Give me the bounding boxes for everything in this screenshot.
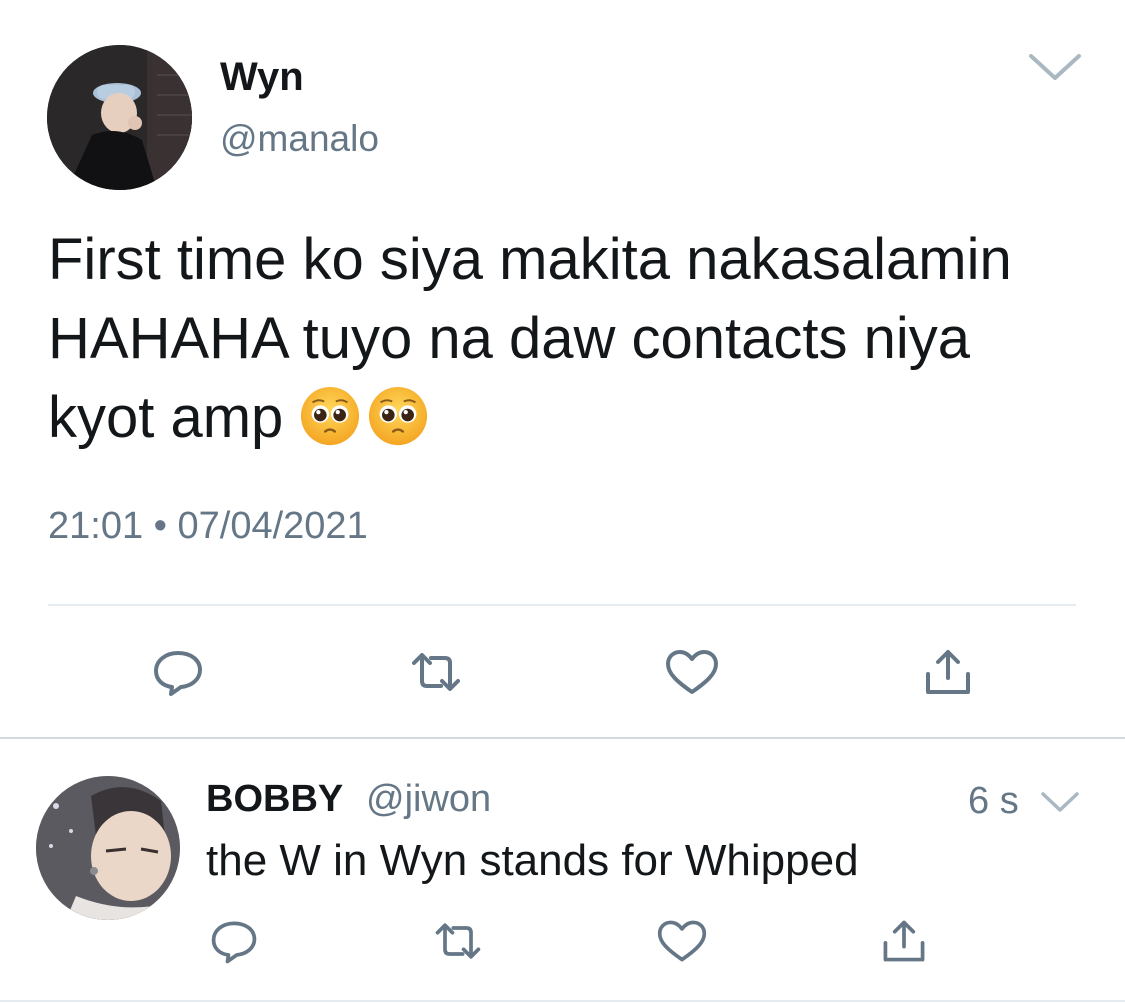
author-name[interactable]: Wyn: [220, 55, 304, 100]
reply-time: 6 s: [968, 780, 1019, 822]
reply-text: the W in Wyn stands for Whipped: [206, 836, 859, 885]
tweet-text: First time ko siya makita nakasalamin HA…: [48, 220, 1098, 457]
tweet-text-line: HAHAHA tuyo na daw contacts niya: [48, 306, 971, 371]
chevron-down-icon[interactable]: [1028, 52, 1082, 82]
divider: [48, 604, 1076, 606]
pleading-face-emoji: [301, 386, 360, 446]
reply-icon[interactable]: [208, 918, 260, 964]
reply-author-handle[interactable]: @jiwon: [366, 778, 491, 821]
reply-icon[interactable]: [150, 648, 206, 696]
tweet-timestamp[interactable]: 21:01 • 07/04/2021: [48, 505, 368, 548]
share-icon[interactable]: [920, 648, 976, 696]
avatar-photo: [47, 45, 192, 190]
avatar-photo: [36, 776, 180, 920]
tweet-text-segment: kyot amp: [48, 385, 284, 450]
retweet-icon[interactable]: [432, 918, 484, 964]
reply-author-name[interactable]: BOBBY: [206, 778, 343, 821]
divider: [0, 1000, 1125, 1002]
author-handle[interactable]: @manalo: [220, 118, 379, 160]
tweet-text-line: First time ko siya makita nakasalamin: [48, 227, 1012, 292]
share-icon[interactable]: [878, 918, 930, 964]
retweet-icon[interactable]: [408, 648, 464, 696]
thread-divider: [0, 737, 1125, 739]
chevron-down-icon[interactable]: [1040, 791, 1080, 813]
like-icon[interactable]: [656, 918, 708, 964]
author-avatar[interactable]: [47, 45, 192, 190]
like-icon[interactable]: [664, 648, 720, 696]
pleading-face-emoji: [369, 386, 428, 446]
reply-avatar[interactable]: [36, 776, 180, 920]
tweet-text-line: kyot amp: [48, 378, 1098, 457]
